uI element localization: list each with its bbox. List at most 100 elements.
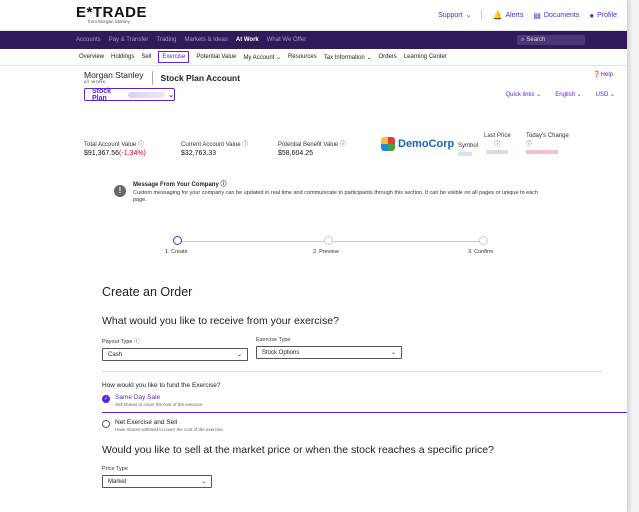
subnav-sell[interactable]: Sell bbox=[141, 54, 151, 60]
search-icon: ⌕ bbox=[521, 36, 525, 43]
todays-change: Today's Change ⓘ bbox=[526, 133, 569, 154]
info-icon[interactable]: ⓘ bbox=[484, 139, 511, 148]
subnav-potential-value[interactable]: Potential Value bbox=[196, 54, 236, 60]
company-name: DemoCorp bbox=[398, 138, 455, 150]
nav-item-trading[interactable]: Trading bbox=[156, 37, 176, 43]
symbol: Symbol bbox=[458, 143, 478, 156]
payout-type-select[interactable]: Cash ⌄ bbox=[102, 348, 248, 361]
selected-underline bbox=[102, 412, 627, 413]
current-account-value: Current Account Value ⓘ $32,763.33 bbox=[181, 139, 248, 157]
info-icon[interactable]: ⓘ bbox=[134, 339, 140, 345]
divider bbox=[102, 371, 602, 372]
receive-question: What would you like to receive from your… bbox=[102, 315, 339, 327]
quick-links-menu[interactable]: Quick links ⌄ bbox=[506, 91, 542, 98]
logo-subtext: from Morgan Stanley bbox=[88, 19, 130, 25]
subnav-tax-information[interactable]: Tax Information ⌄ bbox=[324, 54, 372, 61]
info-icon[interactable]: ⓘ bbox=[340, 142, 346, 148]
subnav-overview[interactable]: Overview bbox=[79, 54, 104, 60]
exercise-value: Stock Options bbox=[262, 349, 300, 356]
nav-item-pay-transfer[interactable]: Pay & Transfer bbox=[109, 37, 149, 43]
fund-question: How would you like to fund the Exercise? bbox=[102, 382, 221, 389]
search-placeholder: Search bbox=[526, 37, 546, 43]
chevron-down-icon: ⌄ bbox=[236, 352, 242, 358]
logo-text: E*TRADE bbox=[76, 4, 148, 22]
message-title: Message From Your Company bbox=[133, 182, 219, 188]
nav-items: Accounts Pay & Transfer Trading Markets … bbox=[76, 37, 306, 43]
step-dot-preview bbox=[324, 236, 333, 245]
option-net-exercise-sell[interactable]: Net Exercise and Sell Have shares withhel… bbox=[102, 419, 602, 432]
info-icon[interactable]: ⓘ bbox=[138, 142, 144, 148]
checkmark-radio-icon: ✓ bbox=[102, 395, 110, 403]
price-type-field: Price Type Market ⌄ bbox=[102, 466, 212, 488]
quick-links-label: Quick links bbox=[505, 92, 535, 98]
step-label-preview: 2. Preview bbox=[313, 249, 339, 255]
redacted-last-price bbox=[486, 150, 509, 154]
chevron-down-icon: ⌄ bbox=[609, 92, 615, 98]
plan-label: Stock Plan bbox=[92, 87, 112, 102]
redacted-symbol bbox=[458, 152, 472, 156]
alerts-label: Alerts bbox=[505, 11, 524, 19]
radio-icon bbox=[102, 420, 110, 428]
subnav-holdings[interactable]: Holdings bbox=[111, 54, 134, 60]
option-same-day-sale[interactable]: ✓ Same Day Sale Sell shares to cover the … bbox=[102, 394, 602, 407]
nav-item-accounts[interactable]: Accounts bbox=[76, 37, 101, 43]
exercise-type-select[interactable]: Stock Options ⌄ bbox=[256, 346, 402, 359]
brand-sub: AT WORK bbox=[84, 79, 106, 85]
header-actions: Support ⌄ 🔔 Alerts ▤ Documents ● Profile bbox=[438, 10, 617, 20]
type-selectors: Payout Type ⓘ Cash ⌄ Exercise Type Stock … bbox=[102, 337, 602, 361]
alerts-link[interactable]: 🔔 Alerts bbox=[492, 11, 523, 20]
subnav-exercise[interactable]: Exercise bbox=[158, 51, 190, 63]
subnav-resources[interactable]: Resources bbox=[288, 54, 317, 60]
nav-item-what-we-offer[interactable]: What We Offer bbox=[267, 37, 306, 43]
main-nav: Accounts Pay & Transfer Trading Markets … bbox=[0, 31, 627, 49]
person-icon: ● bbox=[589, 10, 595, 20]
chevron-down-icon: ⌄ bbox=[276, 54, 282, 61]
account-summary: Total Account Value ⓘ $91,367.56(-1.34%)… bbox=[84, 133, 619, 165]
price-value: Market bbox=[108, 478, 127, 485]
order-stepper: 1. Create 2. Preview 3. Confirm bbox=[0, 236, 627, 262]
total-change: (-1.34%) bbox=[119, 150, 146, 157]
exclamation-icon: ! bbox=[114, 185, 126, 197]
nav-item-at-work[interactable]: At Work bbox=[236, 37, 259, 43]
option1-title: Same Day Sale bbox=[115, 394, 161, 401]
option2-sub: Have shares withheld to cover the cost o… bbox=[115, 427, 225, 432]
profile-link[interactable]: ● Profile bbox=[589, 11, 617, 20]
benefit-label: Potential Benefit Value bbox=[278, 142, 339, 148]
total-value: $91,367.56 bbox=[84, 150, 120, 157]
documents-link[interactable]: ▤ Documents bbox=[533, 11, 579, 20]
support-label: Support bbox=[438, 11, 463, 19]
symbol-label: Symbol bbox=[458, 143, 479, 149]
step-label-confirm: 3. Confirm bbox=[468, 249, 494, 255]
redacted-todays-change bbox=[526, 150, 558, 154]
info-icon[interactable]: ⓘ bbox=[526, 139, 569, 148]
stock-plan-dropdown[interactable]: Stock Plan ⌄ bbox=[84, 87, 175, 102]
search-input[interactable]: ⌕ Search bbox=[517, 35, 585, 45]
nav-item-markets-ideas[interactable]: Markets & Ideas bbox=[185, 37, 228, 43]
help-icon: ❓ bbox=[593, 72, 601, 78]
subnav-my-account[interactable]: My Account ⌄ bbox=[243, 54, 281, 61]
price-type-select[interactable]: Market ⌄ bbox=[102, 475, 212, 488]
info-icon[interactable]: ⓘ bbox=[242, 142, 248, 148]
price-label: Price Type bbox=[102, 466, 128, 472]
subnav-learning-center[interactable]: Learning Center bbox=[404, 54, 447, 60]
chevron-down-icon: ⌄ bbox=[366, 54, 372, 61]
account-header: Morgan Stanley AT WORK Stock Plan Account bbox=[0, 66, 627, 85]
benefit-value: $58,604.25 bbox=[278, 150, 314, 157]
help-link[interactable]: ❓Help bbox=[593, 71, 613, 78]
democorp-icon bbox=[381, 137, 395, 151]
subnav-orders[interactable]: Orders bbox=[378, 54, 396, 60]
documents-label: Documents bbox=[543, 11, 580, 19]
language-menu[interactable]: English ⌄ bbox=[555, 91, 581, 98]
company-message: ! Message From Your Company ⓘ Custom mes… bbox=[114, 179, 544, 204]
etrade-logo[interactable]: E*TRADE from Morgan Stanley bbox=[76, 5, 147, 25]
currency-label: USD bbox=[595, 92, 609, 98]
page: E*TRADE from Morgan Stanley Support ⌄ 🔔 Al… bbox=[0, 0, 627, 512]
total-account-value: Total Account Value ⓘ $91,367.56(-1.34%) bbox=[84, 139, 146, 157]
profile-label: Profile bbox=[597, 11, 617, 19]
company-logo: DemoCorp bbox=[381, 137, 454, 151]
currency-menu[interactable]: USD ⌄ bbox=[596, 91, 615, 98]
payout-type-field: Payout Type ⓘ Cash ⌄ bbox=[102, 337, 248, 361]
current-label: Current Account Value bbox=[181, 142, 241, 148]
support-menu[interactable]: Support ⌄ bbox=[438, 11, 471, 20]
info-icon[interactable]: ⓘ bbox=[220, 182, 226, 188]
